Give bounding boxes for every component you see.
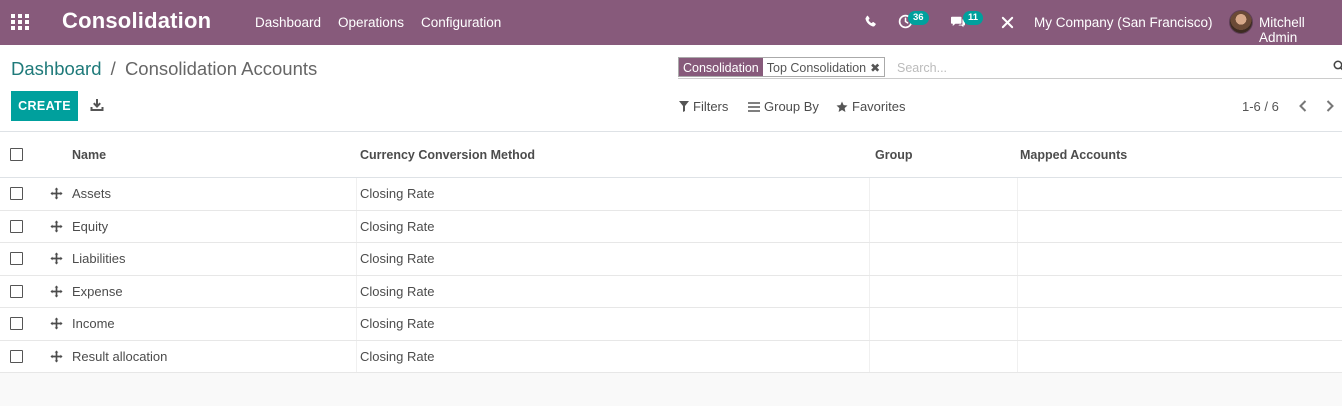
row-currency-method: Closing Rate — [360, 218, 435, 234]
select-all-checkbox[interactable] — [10, 148, 23, 161]
row-name: Assets — [72, 186, 112, 202]
drag-handle-icon[interactable] — [50, 350, 63, 363]
bars-icon — [748, 101, 760, 112]
table-row[interactable]: Income Closing Rate — [0, 308, 1342, 341]
pager-next-icon[interactable] — [1325, 100, 1335, 112]
row-name: Equity — [72, 218, 109, 234]
row-checkbox[interactable] — [10, 284, 23, 298]
table-row[interactable]: Expense Closing Rate — [0, 275, 1342, 308]
row-checkbox[interactable] — [10, 252, 23, 266]
menu-operations[interactable]: Operations — [338, 15, 404, 30]
row-name: Income — [72, 316, 115, 332]
facet-label: Consolidation — [679, 58, 763, 76]
row-currency-method: Closing Rate — [360, 348, 435, 364]
menu-dashboard[interactable]: Dashboard — [255, 15, 321, 30]
phone-icon[interactable] — [864, 15, 877, 28]
message-count-badge: 11 — [963, 11, 984, 25]
row-currency-method: Closing Rate — [360, 251, 435, 267]
breadcrumb-separator: / — [110, 58, 116, 79]
filters-label: Filters — [693, 99, 729, 114]
drag-handle-icon[interactable] — [50, 285, 63, 298]
drag-handle-icon[interactable] — [50, 317, 63, 330]
row-name: Expense — [72, 283, 123, 299]
favorites-label: Favorites — [852, 99, 906, 114]
company-switcher[interactable]: My Company (San Francisco) — [1034, 15, 1213, 30]
search-facet: Consolidation Top Consolidation ✖ — [678, 57, 886, 77]
drag-handle-icon[interactable] — [50, 187, 63, 200]
table-header: Name Currency Conversion Method Group Ma… — [0, 132, 1342, 178]
drag-handle-icon[interactable] — [50, 252, 63, 265]
row-checkbox[interactable] — [10, 349, 23, 363]
column-header-currency-method[interactable]: Currency Conversion Method — [360, 132, 535, 177]
accounts-list: Name Currency Conversion Method Group Ma… — [0, 132, 1342, 373]
group-by-label: Group By — [764, 99, 819, 114]
row-currency-method: Closing Rate — [360, 283, 435, 299]
row-currency-method: Closing Rate — [360, 316, 435, 332]
tools-close-icon[interactable] — [1001, 16, 1014, 29]
download-icon[interactable] — [90, 98, 104, 112]
column-header-group[interactable]: Group — [875, 132, 913, 177]
table-body: Assets Closing Rate Equity Closing Rate Liab… — [0, 178, 1342, 373]
table-row[interactable]: Assets Closing Rate — [0, 178, 1342, 211]
filters-dropdown[interactable]: Filters — [679, 99, 728, 114]
pager-value[interactable]: 1-6 / 6 — [1242, 99, 1279, 114]
row-checkbox[interactable] — [10, 187, 23, 201]
menu-configuration[interactable]: Configuration — [421, 15, 501, 30]
breadcrumb: Dashboard / Consolidation Accounts — [11, 58, 317, 80]
create-button[interactable]: CREATE — [11, 91, 78, 121]
column-header-name[interactable]: Name — [72, 132, 106, 177]
search-input[interactable] — [897, 58, 1317, 77]
table-row[interactable]: Equity Closing Rate — [0, 210, 1342, 243]
control-panel: Dashboard / Consolidation Accounts Conso… — [0, 45, 1342, 132]
star-icon — [836, 101, 848, 112]
filter-icon — [679, 101, 689, 112]
row-checkbox[interactable] — [10, 317, 23, 331]
table-row[interactable]: Result allocation Closing Rate — [0, 340, 1342, 373]
column-header-mapped-accounts[interactable]: Mapped Accounts — [1020, 132, 1127, 177]
row-checkbox[interactable] — [10, 219, 23, 233]
favorites-dropdown[interactable]: Favorites — [836, 99, 905, 114]
apps-menu-icon[interactable] — [11, 14, 29, 30]
user-avatar[interactable] — [1229, 10, 1253, 34]
pager-previous-icon[interactable] — [1298, 100, 1308, 112]
table-row[interactable]: Liabilities Closing Rate — [0, 243, 1342, 276]
app-title[interactable]: Consolidation — [62, 8, 211, 34]
page-title: Consolidation Accounts — [124, 58, 318, 79]
drag-handle-icon[interactable] — [50, 220, 63, 233]
user-menu[interactable]: Mitchell Admin — [1259, 15, 1342, 45]
breadcrumb-dashboard-link[interactable]: Dashboard — [11, 58, 102, 79]
search-icon[interactable] — [1333, 60, 1342, 72]
activity-count-badge: 36 — [908, 11, 929, 25]
row-name: Liabilities — [72, 251, 126, 267]
search-bar: Consolidation Top Consolidation ✖ — [678, 57, 1342, 79]
facet-value: Top Consolidation — [766, 61, 867, 75]
row-currency-method: Closing Rate — [360, 186, 435, 202]
top-navbar: Consolidation Dashboard Operations Confi… — [0, 0, 1342, 45]
facet-remove-icon[interactable]: ✖ — [870, 58, 884, 76]
group-by-dropdown[interactable]: Group By — [748, 99, 819, 114]
row-name: Result allocation — [72, 348, 168, 364]
